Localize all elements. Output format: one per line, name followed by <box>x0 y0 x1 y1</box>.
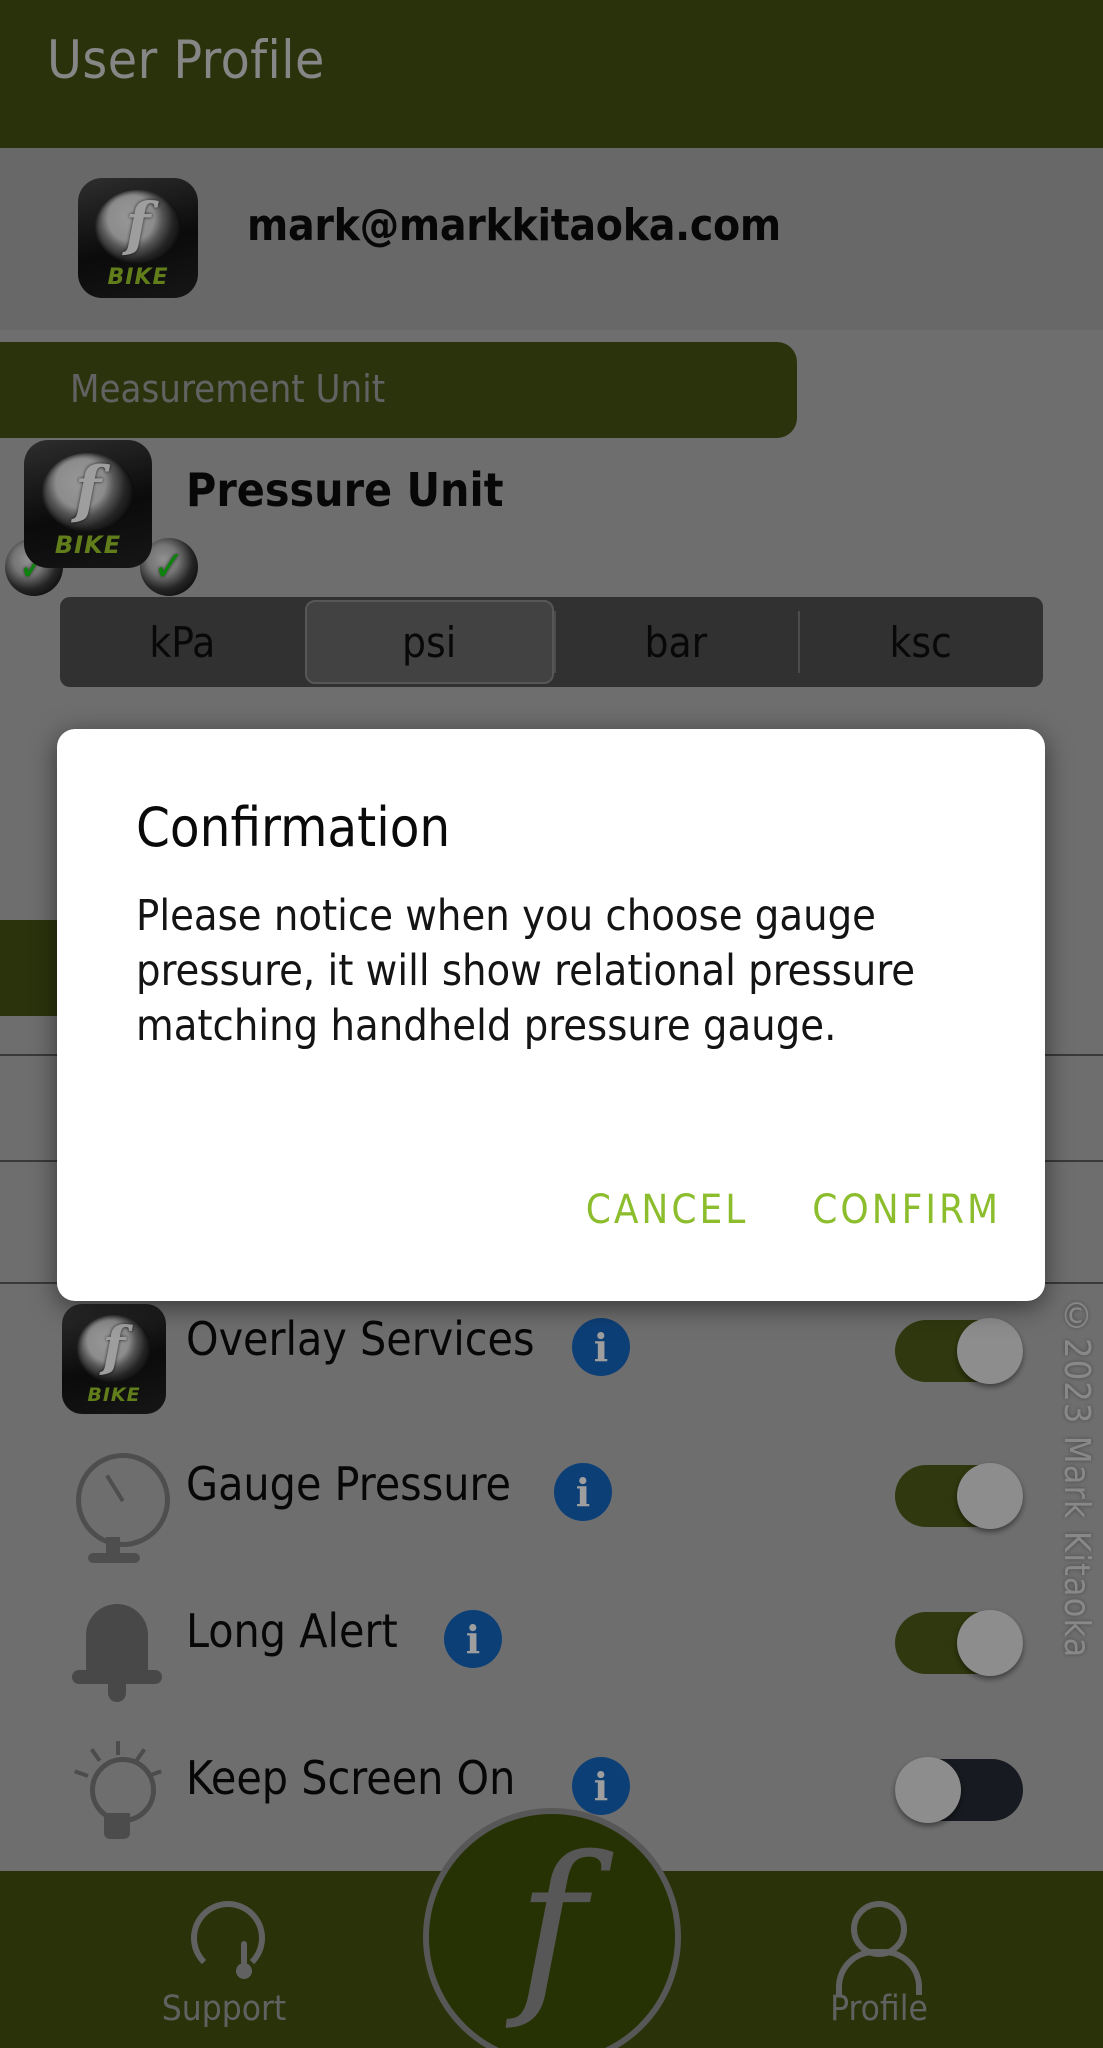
f-brand-logo-icon[interactable]: f <box>422 1808 681 2048</box>
app-screen: User Profile BIKE mark@markkitaoka.com M… <box>0 0 1103 2048</box>
unit-option-ksc[interactable]: ksc <box>798 597 1043 687</box>
nav-label-support: Support <box>161 1989 287 2029</box>
bulb-ray-icon <box>74 1769 89 1778</box>
bulb-ray-icon <box>134 1748 147 1762</box>
unit-option-kpa[interactable]: kPa <box>60 597 305 687</box>
dialog-message: Please notice when you choose gauge pres… <box>136 891 916 1052</box>
pressure-unit-label: Pressure Unit <box>186 463 504 517</box>
bell-lip-icon <box>72 1670 162 1684</box>
person-icon <box>834 1897 924 1995</box>
toggle-knob <box>957 1463 1023 1529</box>
bike-badge-text: BIKE <box>87 1384 141 1407</box>
toggle-long-alert[interactable] <box>895 1610 1023 1676</box>
toggle-knob <box>957 1610 1023 1676</box>
toggle-knob <box>895 1757 961 1823</box>
dialog-actions: CANCEL CONFIRM <box>582 1181 1005 1239</box>
lightbulb-icon <box>62 1741 172 1861</box>
copyright-text: ©2023 Mark Kitaoka <box>1056 1296 1097 1659</box>
bike-badge-text: BIKE <box>54 531 122 560</box>
setting-label: Gauge Pressure <box>186 1457 511 1511</box>
account-row[interactable]: BIKE mark@markkitaoka.com <box>0 148 1103 330</box>
bulb-ray-icon <box>116 1741 120 1755</box>
pressure-unit-row: BIKE Pressure Unit <box>0 438 1103 598</box>
bike-tire-logo-icon: BIKE <box>78 178 198 298</box>
toggle-keep-screen-on[interactable] <box>895 1757 1023 1823</box>
bike-tire-logo-icon: BIKE <box>24 440 152 568</box>
setting-label: Overlay Services <box>186 1312 535 1366</box>
setting-row-long-alert[interactable]: Long Alert i <box>0 1582 1103 1728</box>
bulb-ray-icon <box>89 1748 102 1762</box>
confirm-button[interactable]: CONFIRM <box>808 1181 1005 1239</box>
gauge-dial-icon <box>76 1453 170 1547</box>
nav-label-profile: Profile <box>830 1989 928 2029</box>
pressure-unit-segmented-control[interactable]: kPa psi bar ksc <box>60 597 1043 687</box>
toggle-knob <box>957 1318 1023 1384</box>
app-header: User Profile <box>0 0 1103 148</box>
setting-row-gauge-pressure[interactable]: Gauge Pressure i <box>0 1435 1103 1581</box>
info-icon[interactable]: i <box>572 1757 630 1815</box>
measurement-unit-section-header: Measurement Unit <box>0 342 797 438</box>
bell-icon <box>62 1594 172 1714</box>
info-icon[interactable]: i <box>572 1318 630 1376</box>
cancel-button[interactable]: CANCEL <box>582 1181 753 1239</box>
bell-body-icon <box>86 1604 148 1676</box>
setting-label: Long Alert <box>186 1604 398 1658</box>
headset-icon <box>179 1897 269 1983</box>
toggle-gauge-pressure[interactable] <box>895 1463 1023 1529</box>
toggle-overlay-services[interactable] <box>895 1318 1023 1384</box>
confirmation-dialog: Confirmation Please notice when you choo… <box>57 729 1045 1301</box>
brand-logo-letter: f <box>517 1816 586 2033</box>
unit-option-psi[interactable]: psi <box>304 600 554 684</box>
bell-clapper-icon <box>108 1684 126 1702</box>
info-icon[interactable]: i <box>444 1610 502 1668</box>
tire-ring-icon <box>94 190 182 265</box>
tire-ring-icon <box>76 1315 152 1384</box>
account-email: mark@markkitaoka.com <box>247 200 781 251</box>
bike-tire-logo-icon: BIKE <box>62 1304 166 1414</box>
tire-ring-icon <box>41 452 135 533</box>
unit-option-bar[interactable]: bar <box>553 597 799 687</box>
measurement-unit-title: Measurement Unit <box>70 367 386 411</box>
headset-band-icon <box>191 1901 265 1975</box>
bulb-base-icon <box>104 1813 130 1839</box>
setting-label: Keep Screen On <box>186 1751 516 1805</box>
setting-row-overlay-services[interactable]: BIKE Overlay Services i <box>0 1290 1103 1436</box>
info-icon[interactable]: i <box>554 1463 612 1521</box>
bike-badge-text: BIKE <box>107 264 169 290</box>
page-title: User Profile <box>47 30 325 91</box>
dialog-title: Confirmation <box>136 796 451 859</box>
gauge-base-icon <box>88 1553 140 1563</box>
gauge-icon <box>62 1447 172 1567</box>
headset-mic-tip-icon <box>236 1963 252 1979</box>
